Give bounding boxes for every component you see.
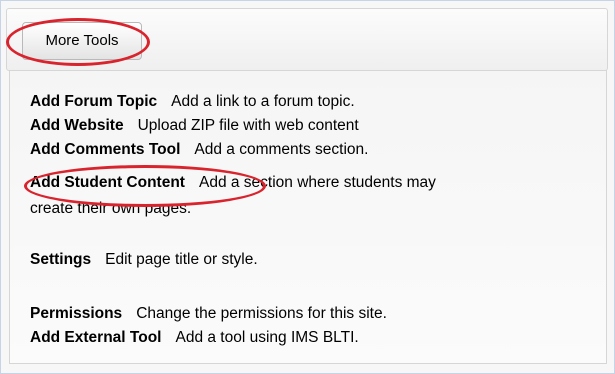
add-external-tool-description: Add a tool using IMS BLTI. [175,329,359,346]
add-student-content-description-continued: create their own pages. [30,200,192,217]
settings-description: Edit page title or style. [105,251,258,268]
menu-item-add-comments-tool[interactable]: Add Comments Tool Add a comments section. [30,141,368,159]
menu-item-add-student-content[interactable]: Add Student Content Add a section where s… [30,174,436,192]
menu-item-settings[interactable]: Settings Edit page title or style. [30,251,258,269]
add-external-tool-link[interactable]: Add External Tool [30,329,161,346]
add-comments-tool-link[interactable]: Add Comments Tool [30,141,180,158]
add-student-content-link[interactable]: Add Student Content [30,174,185,191]
add-website-description: Upload ZIP file with web content [137,117,359,134]
permissions-description: Change the permissions for this site. [136,305,387,322]
add-forum-topic-description: Add a link to a forum topic. [171,93,355,110]
add-comments-tool-description: Add a comments section. [194,141,369,158]
menu-item-add-external-tool[interactable]: Add External Tool Add a tool using IMS BL… [30,329,359,347]
add-forum-topic-link[interactable]: Add Forum Topic [30,93,157,110]
menu-item-add-forum-topic[interactable]: Add Forum Topic Add a link to a forum top… [30,93,355,111]
menu-item-permissions[interactable]: Permissions Change the permissions for th… [30,305,387,323]
permissions-link[interactable]: Permissions [30,305,122,322]
add-website-link[interactable]: Add Website [30,117,124,134]
settings-link[interactable]: Settings [30,251,91,268]
more-tools-button[interactable]: More Tools [22,22,142,60]
add-student-content-description: Add a section where students may [198,174,436,191]
menu-item-add-website[interactable]: Add Website Upload ZIP file with web cont… [30,117,359,135]
